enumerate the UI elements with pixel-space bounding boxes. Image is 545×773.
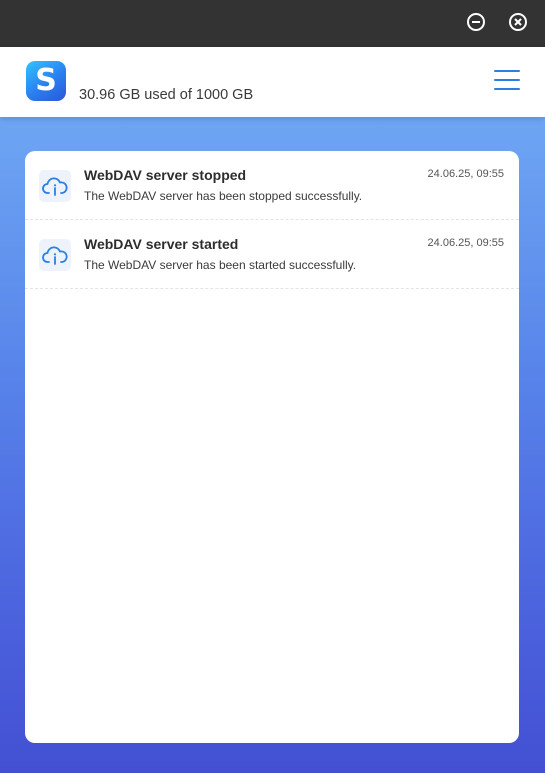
close-button[interactable]	[507, 11, 529, 33]
minimize-button[interactable]	[465, 11, 487, 33]
cloud-info-icon	[39, 170, 71, 202]
storage-usage-text: 30.96 GB used of 1000 GB	[79, 87, 254, 103]
notification-text: The WebDAV server has been stopped succe…	[84, 189, 363, 203]
notifications-panel: WebDAV server stopped The WebDAV server …	[25, 151, 519, 743]
cloud-info-icon	[39, 239, 71, 271]
hamburger-menu-icon	[494, 70, 520, 72]
notification-item[interactable]: WebDAV server started The WebDAV server …	[25, 220, 519, 289]
title-bar	[0, 0, 545, 47]
logo-letter: S	[35, 63, 57, 98]
minus-circle-icon	[467, 13, 485, 31]
hamburger-menu-button[interactable]	[494, 69, 520, 91]
notification-text: The WebDAV server has been started succe…	[84, 258, 357, 272]
notification-timestamp: 24.06.25, 09:55	[427, 168, 504, 180]
notification-title: WebDAV server started	[84, 236, 239, 252]
app-logo: S	[26, 61, 66, 101]
notification-timestamp: 24.06.25, 09:55	[427, 237, 504, 249]
x-circle-icon	[509, 13, 527, 31]
notification-item[interactable]: WebDAV server stopped The WebDAV server …	[25, 151, 519, 220]
app-header: S 30.96 GB used of 1000 GB	[0, 47, 545, 117]
notification-title: WebDAV server stopped	[84, 167, 247, 183]
